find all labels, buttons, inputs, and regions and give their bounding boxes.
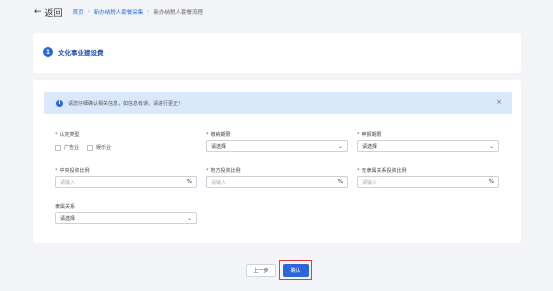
identify-type-checkboxes: 广告业 娱乐业 [55, 144, 111, 151]
percent-unit: % [186, 179, 192, 185]
field-label-local-ratio: * 地方投资比例 [206, 168, 241, 174]
back-button[interactable]: ← 返回 [34, 6, 63, 19]
breadcrumb: 首页 › 新办纳税人套餐采集 › 新办纳税人套餐流程 [73, 8, 203, 16]
top-bar: ← 返回 首页 › 新办纳税人套餐采集 › 新办纳税人套餐流程 [0, 0, 553, 24]
breadcrumb-separator-icon: › [147, 9, 150, 15]
back-label: 返回 [44, 8, 63, 19]
checkbox-advertising[interactable]: 广告业 [55, 144, 79, 151]
checkbox-entertainment[interactable]: 娱乐业 [87, 144, 111, 151]
footer-actions: 上一步 确认 [0, 258, 553, 283]
chevron-down-icon: ⌄ [337, 143, 343, 150]
info-icon: i [56, 99, 63, 107]
section-header-card: 1 文化事业建设费 [33, 33, 521, 73]
info-alert: i 请您仔细确认相关信息，如信息有误，请进行更正！ × [44, 92, 512, 114]
field-label-central-ratio: * 中央投资比例 [55, 168, 90, 174]
checkbox-box[interactable] [87, 144, 94, 151]
confirm-button[interactable]: 确认 [282, 263, 309, 277]
required-mark: * [206, 168, 209, 174]
field-label-unaffiliated-ratio: * 无隶属关系投资比例 [357, 168, 407, 174]
required-mark: * [357, 132, 360, 138]
required-mark: * [55, 132, 58, 138]
previous-step-button[interactable]: 上一步 [246, 264, 276, 277]
alert-message: 请您仔细确认相关信息，如信息有误，请进行更正！ [68, 100, 184, 107]
section-title-text: 文化事业建设费 [58, 49, 104, 57]
declare-period-select[interactable]: 请选择 ⌄ [357, 140, 499, 152]
percent-unit: % [337, 179, 343, 185]
unaffiliated-ratio-input[interactable]: 请输入 % [357, 176, 499, 188]
back-arrow-icon: ← [34, 7, 42, 17]
required-mark: * [55, 168, 58, 174]
field-label-affiliation: 隶属关系 [55, 204, 76, 210]
payment-period-select[interactable]: 请选择 ⌄ [206, 140, 348, 152]
field-label-identify-type: * 认定类型 [55, 132, 80, 138]
required-mark: * [206, 132, 209, 138]
breadcrumb-current: 新办纳税人套餐流程 [153, 10, 204, 16]
step-number-badge: 1 [43, 47, 53, 57]
checkbox-box[interactable] [55, 144, 61, 151]
confirm-highlight-box: 确认 [279, 260, 312, 280]
chevron-down-icon: ⌄ [186, 215, 192, 222]
field-label-payment-period: * 缴纳期限 [206, 132, 231, 138]
breadcrumb-collect[interactable]: 新办纳税人套餐采集 [94, 8, 144, 16]
affiliation-select[interactable]: 请选择 ⌄ [55, 212, 197, 224]
percent-unit: % [488, 179, 494, 185]
section-title: 1 文化事业建设费 [43, 47, 104, 57]
central-ratio-input[interactable]: 请输入 % [55, 176, 197, 188]
close-icon[interactable]: × [496, 98, 502, 106]
breadcrumb-home[interactable]: 首页 [73, 8, 84, 16]
local-ratio-input[interactable]: 请输入 % [206, 176, 348, 188]
required-mark: * [357, 168, 360, 174]
breadcrumb-separator-icon: › [87, 9, 90, 15]
chevron-down-icon: ⌄ [488, 143, 494, 150]
field-label-declare-period: * 申报期限 [357, 132, 382, 138]
